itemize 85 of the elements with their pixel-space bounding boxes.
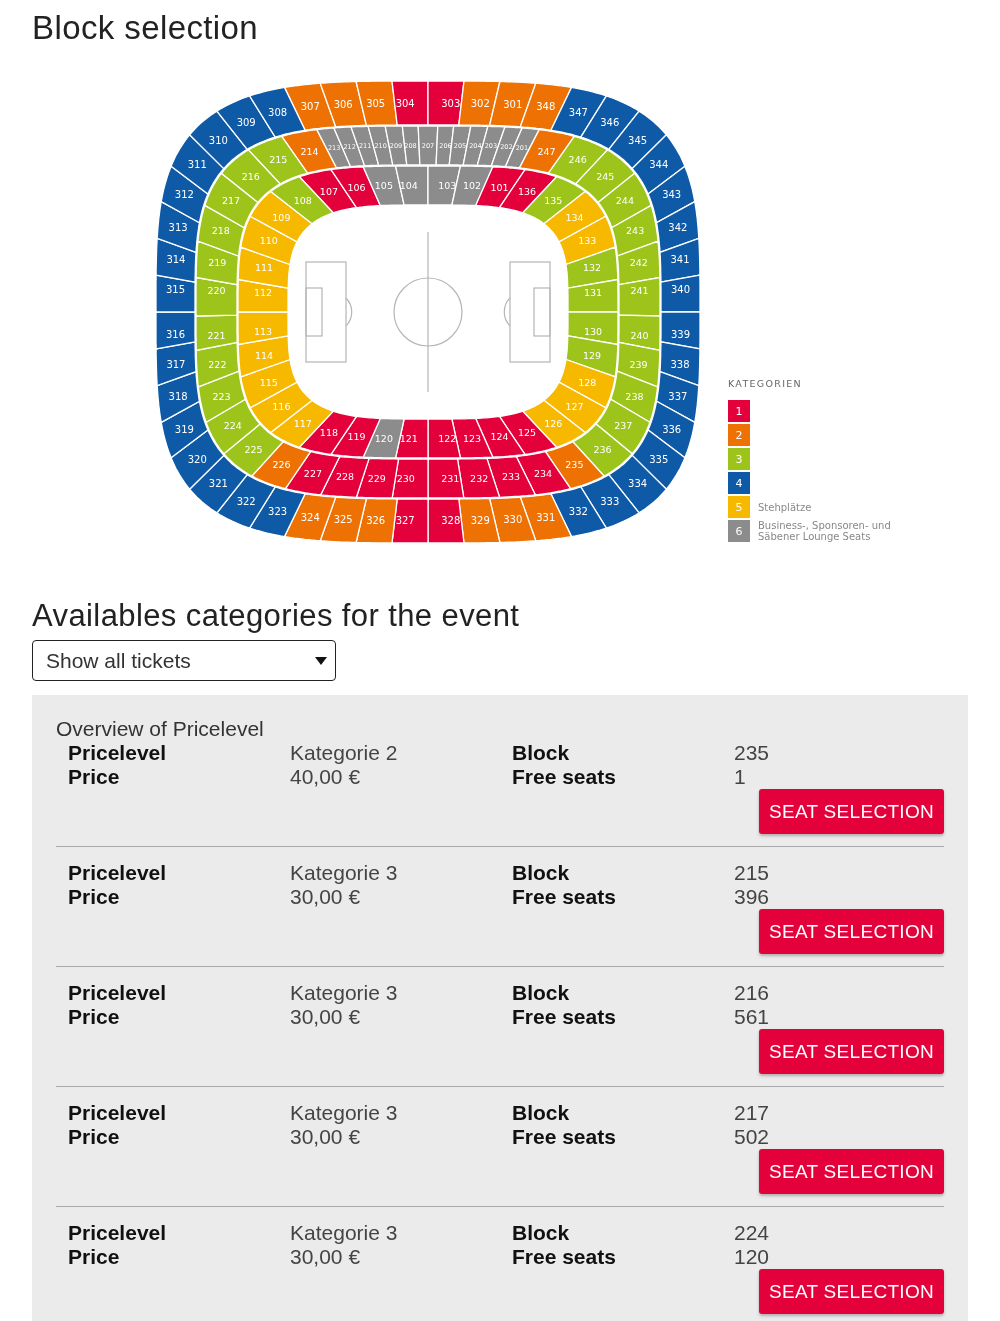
page-title: Block selection bbox=[31, 8, 260, 48]
stadium-block[interactable]: 219 bbox=[195, 240, 240, 286]
stadium-block[interactable]: 330 bbox=[488, 496, 537, 544]
stadium-block[interactable]: 111 bbox=[237, 246, 291, 289]
category-swatch: 5 bbox=[728, 496, 750, 518]
overview-title: Overview of Pricelevel bbox=[56, 717, 265, 741]
category-swatch: 1 bbox=[728, 400, 750, 422]
field-label: Pricelevel bbox=[68, 741, 168, 765]
stadium-block[interactable]: 342 bbox=[655, 200, 700, 254]
stadium-block[interactable]: 301 bbox=[488, 80, 537, 128]
field-label: Block bbox=[512, 981, 571, 1005]
stadium-block[interactable]: 304 bbox=[391, 80, 429, 126]
stadium-block[interactable]: 306 bbox=[319, 80, 368, 128]
field-label: Free seats bbox=[512, 1005, 617, 1029]
field-value: 40,00 € bbox=[290, 765, 362, 789]
field-value: 215 bbox=[734, 861, 771, 885]
field-label: Block bbox=[512, 861, 571, 885]
seat-selection-button[interactable]: SEAT SELECTION bbox=[759, 909, 944, 954]
field-label: Pricelevel bbox=[68, 1101, 168, 1125]
stadium-block[interactable]: 218 bbox=[197, 204, 246, 257]
field-label: Free seats bbox=[512, 1245, 617, 1269]
stadium-block[interactable]: 131 bbox=[567, 278, 619, 313]
field-label: Price bbox=[68, 885, 121, 909]
stadium-block[interactable]: 242 bbox=[616, 240, 661, 286]
stadium-block[interactable]: 114 bbox=[237, 335, 291, 378]
section-title: Availables categories for the event bbox=[32, 597, 521, 635]
category-swatch: 3 bbox=[728, 448, 750, 470]
field-value: Kategorie 3 bbox=[290, 1101, 399, 1125]
field-label: Block bbox=[512, 1101, 571, 1125]
field-value: 1 bbox=[734, 765, 747, 789]
seat-selection-button[interactable]: SEAT SELECTION bbox=[759, 789, 944, 834]
stadium-block[interactable]: 318 bbox=[156, 370, 201, 424]
category-label: Business-, Sponsoren- und Säbener Lounge Seats bbox=[758, 520, 892, 542]
field-label: Block bbox=[512, 1221, 571, 1245]
field-value: 120 bbox=[734, 1245, 771, 1269]
field-label: Price bbox=[68, 765, 121, 789]
field-label: Price bbox=[68, 1005, 121, 1029]
field-value: 30,00 € bbox=[290, 1005, 362, 1029]
stadium-block[interactable]: 239 bbox=[616, 341, 661, 388]
stadium-block[interactable]: 328 bbox=[427, 498, 465, 544]
stadium-block[interactable]: 303 bbox=[427, 80, 465, 126]
stadium-block[interactable]: 313 bbox=[156, 200, 201, 254]
seat-selection-button[interactable]: SEAT SELECTION bbox=[759, 1029, 944, 1074]
field-value: 502 bbox=[734, 1125, 771, 1149]
field-value: 396 bbox=[734, 885, 771, 909]
stadium-block[interactable]: 222 bbox=[195, 341, 240, 388]
category-swatch: 4 bbox=[728, 472, 750, 494]
category-label: Stehplätze bbox=[758, 501, 813, 513]
field-label: Block bbox=[512, 741, 571, 765]
category-swatch: 6 bbox=[728, 520, 750, 542]
field-label: Free seats bbox=[512, 765, 617, 789]
field-value: Kategorie 3 bbox=[290, 981, 399, 1005]
field-value: Kategorie 3 bbox=[290, 861, 399, 885]
stadium-block[interactable]: 337 bbox=[655, 370, 700, 424]
field-value: 561 bbox=[734, 1005, 771, 1029]
stadium-block[interactable]: 129 bbox=[565, 335, 619, 378]
stadium-block[interactable]: 317 bbox=[155, 341, 197, 387]
field-label: Free seats bbox=[512, 885, 617, 909]
category-swatch: 2 bbox=[728, 424, 750, 446]
field-value: Kategorie 3 bbox=[290, 1221, 399, 1245]
field-label: Price bbox=[68, 1245, 121, 1269]
field-value: 216 bbox=[734, 981, 771, 1005]
field-value: 30,00 € bbox=[290, 885, 362, 909]
field-value: 235 bbox=[734, 741, 771, 765]
stadium-block[interactable]: 132 bbox=[565, 246, 619, 289]
legend-title: KATEGORIEN bbox=[728, 378, 803, 389]
seat-selection-button[interactable]: SEAT SELECTION bbox=[759, 1269, 944, 1314]
seat-selection-button[interactable]: SEAT SELECTION bbox=[759, 1149, 944, 1194]
field-label: Pricelevel bbox=[68, 981, 168, 1005]
stadium-block[interactable]: 325 bbox=[319, 496, 368, 544]
field-value: 224 bbox=[734, 1221, 771, 1245]
field-value: 30,00 € bbox=[290, 1125, 362, 1149]
field-label: Pricelevel bbox=[68, 861, 168, 885]
caret-icon bbox=[315, 656, 327, 665]
stadium-block[interactable]: 314 bbox=[155, 237, 197, 283]
field-value: Kategorie 2 bbox=[290, 741, 399, 765]
field-label: Pricelevel bbox=[68, 1221, 168, 1245]
ticket-filter-dropdown[interactable]: Show all tickets bbox=[32, 640, 336, 681]
field-value: 30,00 € bbox=[290, 1245, 362, 1269]
stadium-block[interactable]: 243 bbox=[610, 204, 659, 257]
field-label: Free seats bbox=[512, 1125, 617, 1149]
stadium-block[interactable]: 339 bbox=[660, 311, 701, 350]
stadium-block[interactable]: 341 bbox=[659, 237, 701, 283]
field-value: 217 bbox=[734, 1101, 771, 1125]
field-label: Price bbox=[68, 1125, 121, 1149]
